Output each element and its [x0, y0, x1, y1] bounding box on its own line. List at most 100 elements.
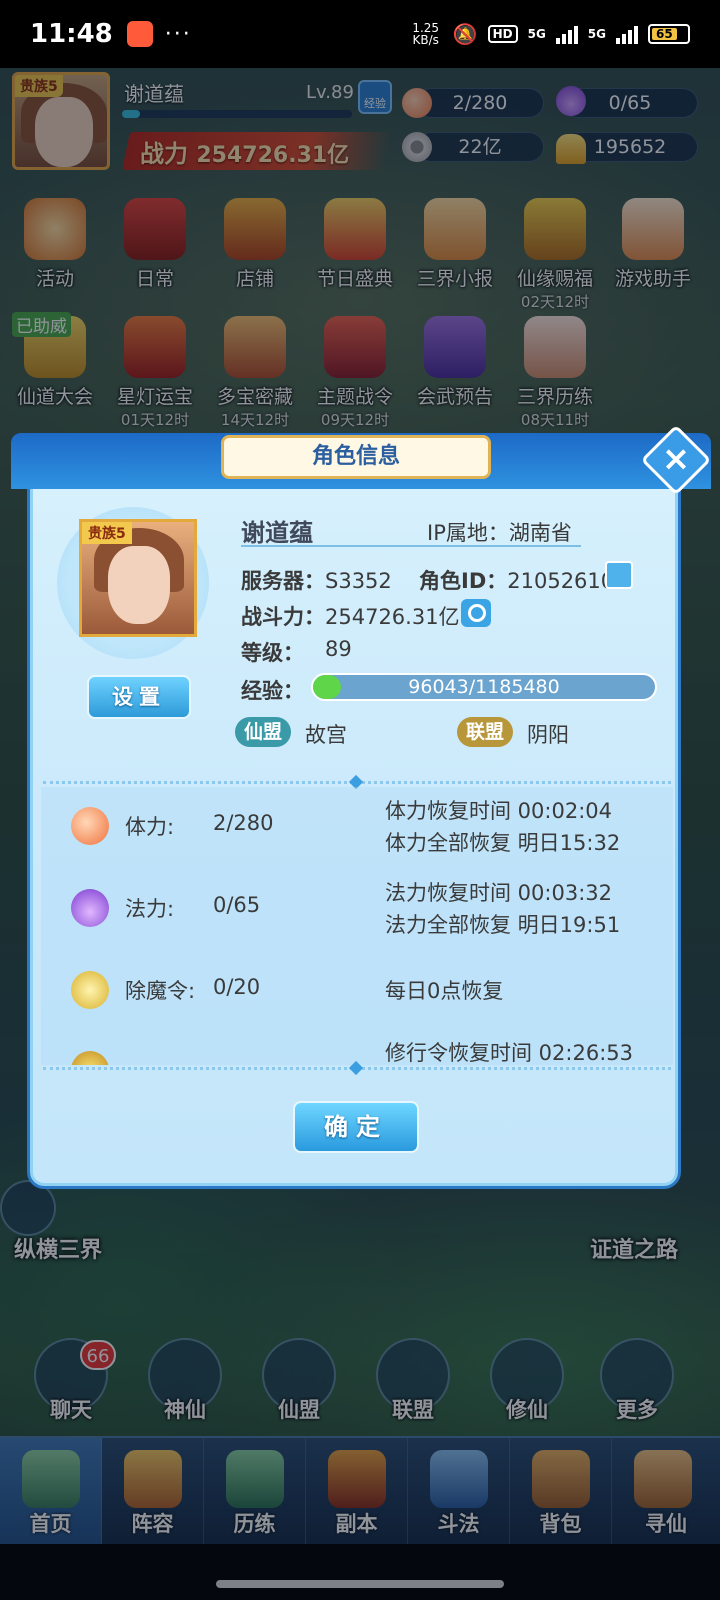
- side-left-label[interactable]: 纵横三界: [14, 1232, 102, 1264]
- blessing-timer: 02天12时: [520, 293, 590, 311]
- game-screen: 11:48 ··· 1.25 KB/s 🔕 HD 5G 5G 65 贵族5 谢道…: [0, 0, 720, 1600]
- stamina-recover-time: 体力恢复时间 00:02:04: [385, 799, 612, 823]
- tournament-label: 会武预告: [416, 386, 493, 408]
- hd-icon: HD: [487, 25, 518, 43]
- nav-dungeon[interactable]: 副本: [306, 1438, 408, 1546]
- exp-label: 经验：: [241, 679, 304, 703]
- vault-label: 多宝密藏: [216, 386, 293, 408]
- demon-token-recover: 每日0点恢复: [385, 979, 504, 1003]
- alliance-tag: 联盟: [457, 717, 514, 747]
- battery-icon: 65: [648, 24, 690, 44]
- trial-icon: [524, 316, 586, 378]
- alliance-value[interactable]: 阴阳: [527, 719, 569, 749]
- more-notifications-icon: ···: [164, 21, 192, 47]
- event-festival[interactable]: 节日盛典: [310, 198, 400, 291]
- portrait-noble-badge: 贵族5: [82, 522, 132, 544]
- vault-timer: 14天12时: [220, 411, 290, 429]
- event-daily[interactable]: 日常: [110, 198, 200, 291]
- event-shop[interactable]: 店铺: [210, 198, 300, 291]
- star-lamp-timer: 01天12时: [120, 411, 190, 429]
- coin-icon: [402, 132, 432, 162]
- mana-label: 法力:: [125, 897, 175, 921]
- event-news[interactable]: 三界小报: [410, 198, 500, 291]
- event-assistant[interactable]: 游戏助手: [608, 198, 698, 291]
- nav-bag-label: 背包: [539, 1512, 582, 1536]
- nav-home-label: 首页: [29, 1512, 72, 1536]
- fox-assistant-icon: [622, 198, 684, 260]
- chibi-helper-icon[interactable]: [0, 1180, 56, 1236]
- guild-value[interactable]: 故宫: [305, 719, 347, 749]
- daily-label: 日常: [135, 268, 174, 290]
- book-icon: [424, 316, 486, 378]
- stamina-value: 2/280: [213, 811, 274, 835]
- exp-progress-bar: 96043/1185480: [311, 673, 657, 701]
- nav-seek-label: 寻仙: [645, 1512, 687, 1536]
- vault-icon: [224, 316, 286, 378]
- event-treasure-vault[interactable]: 多宝密藏 14天12时: [210, 316, 300, 430]
- mana-full-recover: 法力全部恢复 明日19:51: [385, 913, 621, 937]
- confirm-button[interactable]: 确定: [293, 1101, 419, 1153]
- stamina-label: 体力:: [125, 815, 175, 839]
- immortal-label: 神仙: [164, 1398, 206, 1422]
- copy-icon[interactable]: [605, 561, 633, 589]
- mana-flame-icon: [556, 86, 586, 116]
- power-label: 战力: [140, 140, 188, 168]
- alliance-label: 联盟: [392, 1398, 434, 1422]
- status-right: 1.25 KB/s 🔕 HD 5G 5G 65: [409, 22, 690, 46]
- trial-timer: 08天11时: [520, 411, 590, 429]
- signal-icon-2: [616, 24, 638, 44]
- nav-duel-label: 斗法: [437, 1512, 480, 1536]
- event-blessing[interactable]: 仙缘赐福 02天12时: [510, 198, 600, 312]
- nav-duel[interactable]: 斗法: [408, 1438, 510, 1546]
- role-id-value: 21052610: [507, 569, 615, 593]
- ip-location: IP属地：湖南省: [427, 517, 572, 547]
- mute-icon: 🔕: [452, 22, 478, 46]
- event-activity[interactable]: 活动: [10, 198, 100, 291]
- side-right-label[interactable]: 证道之路: [590, 1232, 678, 1264]
- power-readout: 战力 254726.31亿: [140, 134, 349, 169]
- event-tournament-preview[interactable]: 会武预告: [410, 316, 500, 409]
- nav-home[interactable]: 首页: [0, 1438, 102, 1546]
- status-bar: 11:48 ··· 1.25 KB/s 🔕 HD 5G 5G 65: [0, 0, 720, 68]
- bottom-nav: 首页 阵容 历练 副本 斗法 背包 寻仙: [0, 1436, 720, 1546]
- cultivate-label: 修仙: [506, 1398, 548, 1422]
- bag-icon: [532, 1450, 590, 1508]
- nav-training[interactable]: 历练: [204, 1438, 306, 1546]
- resource-peach-value: 2/280: [452, 92, 508, 114]
- player-level: Lv.89: [306, 82, 354, 103]
- name-divider: [241, 545, 581, 547]
- role-name: 谢道蕴: [241, 519, 313, 547]
- more-label: 更多: [616, 1398, 658, 1422]
- net1-label: 5G: [527, 27, 546, 41]
- resource-mana-value: 0/65: [608, 92, 652, 114]
- news-label: 三界小报: [416, 268, 493, 290]
- home-indicator[interactable]: [216, 1580, 504, 1588]
- event-battle-pass[interactable]: 主题战令 09天12时: [310, 316, 400, 430]
- player-avatar[interactable]: 贵族5: [12, 72, 110, 170]
- search-icon[interactable]: [461, 599, 491, 627]
- mana-flame-icon: [71, 889, 109, 927]
- battle-pass-label: 主题战令: [316, 386, 393, 408]
- resource-peach[interactable]: 2/280: [416, 88, 544, 118]
- exp-button[interactable]: 经验: [358, 80, 392, 114]
- nav-dungeon-label: 副本: [335, 1512, 378, 1536]
- nav-bag[interactable]: 背包: [510, 1438, 612, 1546]
- nav-seek[interactable]: 寻仙: [612, 1438, 720, 1546]
- status-time: 11:48: [30, 19, 113, 49]
- stats-list: 体力: 2/280 体力恢复时间 00:02:04 体力全部恢复 明日15:32…: [41, 787, 673, 1065]
- nav-lineup[interactable]: 阵容: [102, 1438, 204, 1546]
- settings-button[interactable]: 设置: [87, 675, 191, 719]
- lamp-icon: [124, 316, 186, 378]
- gesture-area: [0, 1544, 720, 1600]
- dialog-title: 角色信息: [221, 435, 491, 479]
- event-star-lamp[interactable]: 星灯运宝 01天12时: [110, 316, 200, 430]
- blessing-label: 仙缘赐福: [516, 268, 593, 290]
- festival-label: 节日盛典: [316, 268, 393, 290]
- news-icon: [424, 198, 486, 260]
- role-info-dialog: 角色信息 × 贵族5 设置 谢道蕴 IP属地：湖南省 服务器：S3352 角色I…: [11, 424, 712, 1186]
- resource-coin[interactable]: 22亿: [416, 132, 544, 162]
- net2-label: 5G: [587, 27, 606, 41]
- power-row: 战斗力：254726.31亿: [241, 601, 460, 631]
- resource-gold-value: 195652: [593, 136, 667, 158]
- event-three-realms-trial[interactable]: 三界历练 08天11时: [510, 316, 600, 430]
